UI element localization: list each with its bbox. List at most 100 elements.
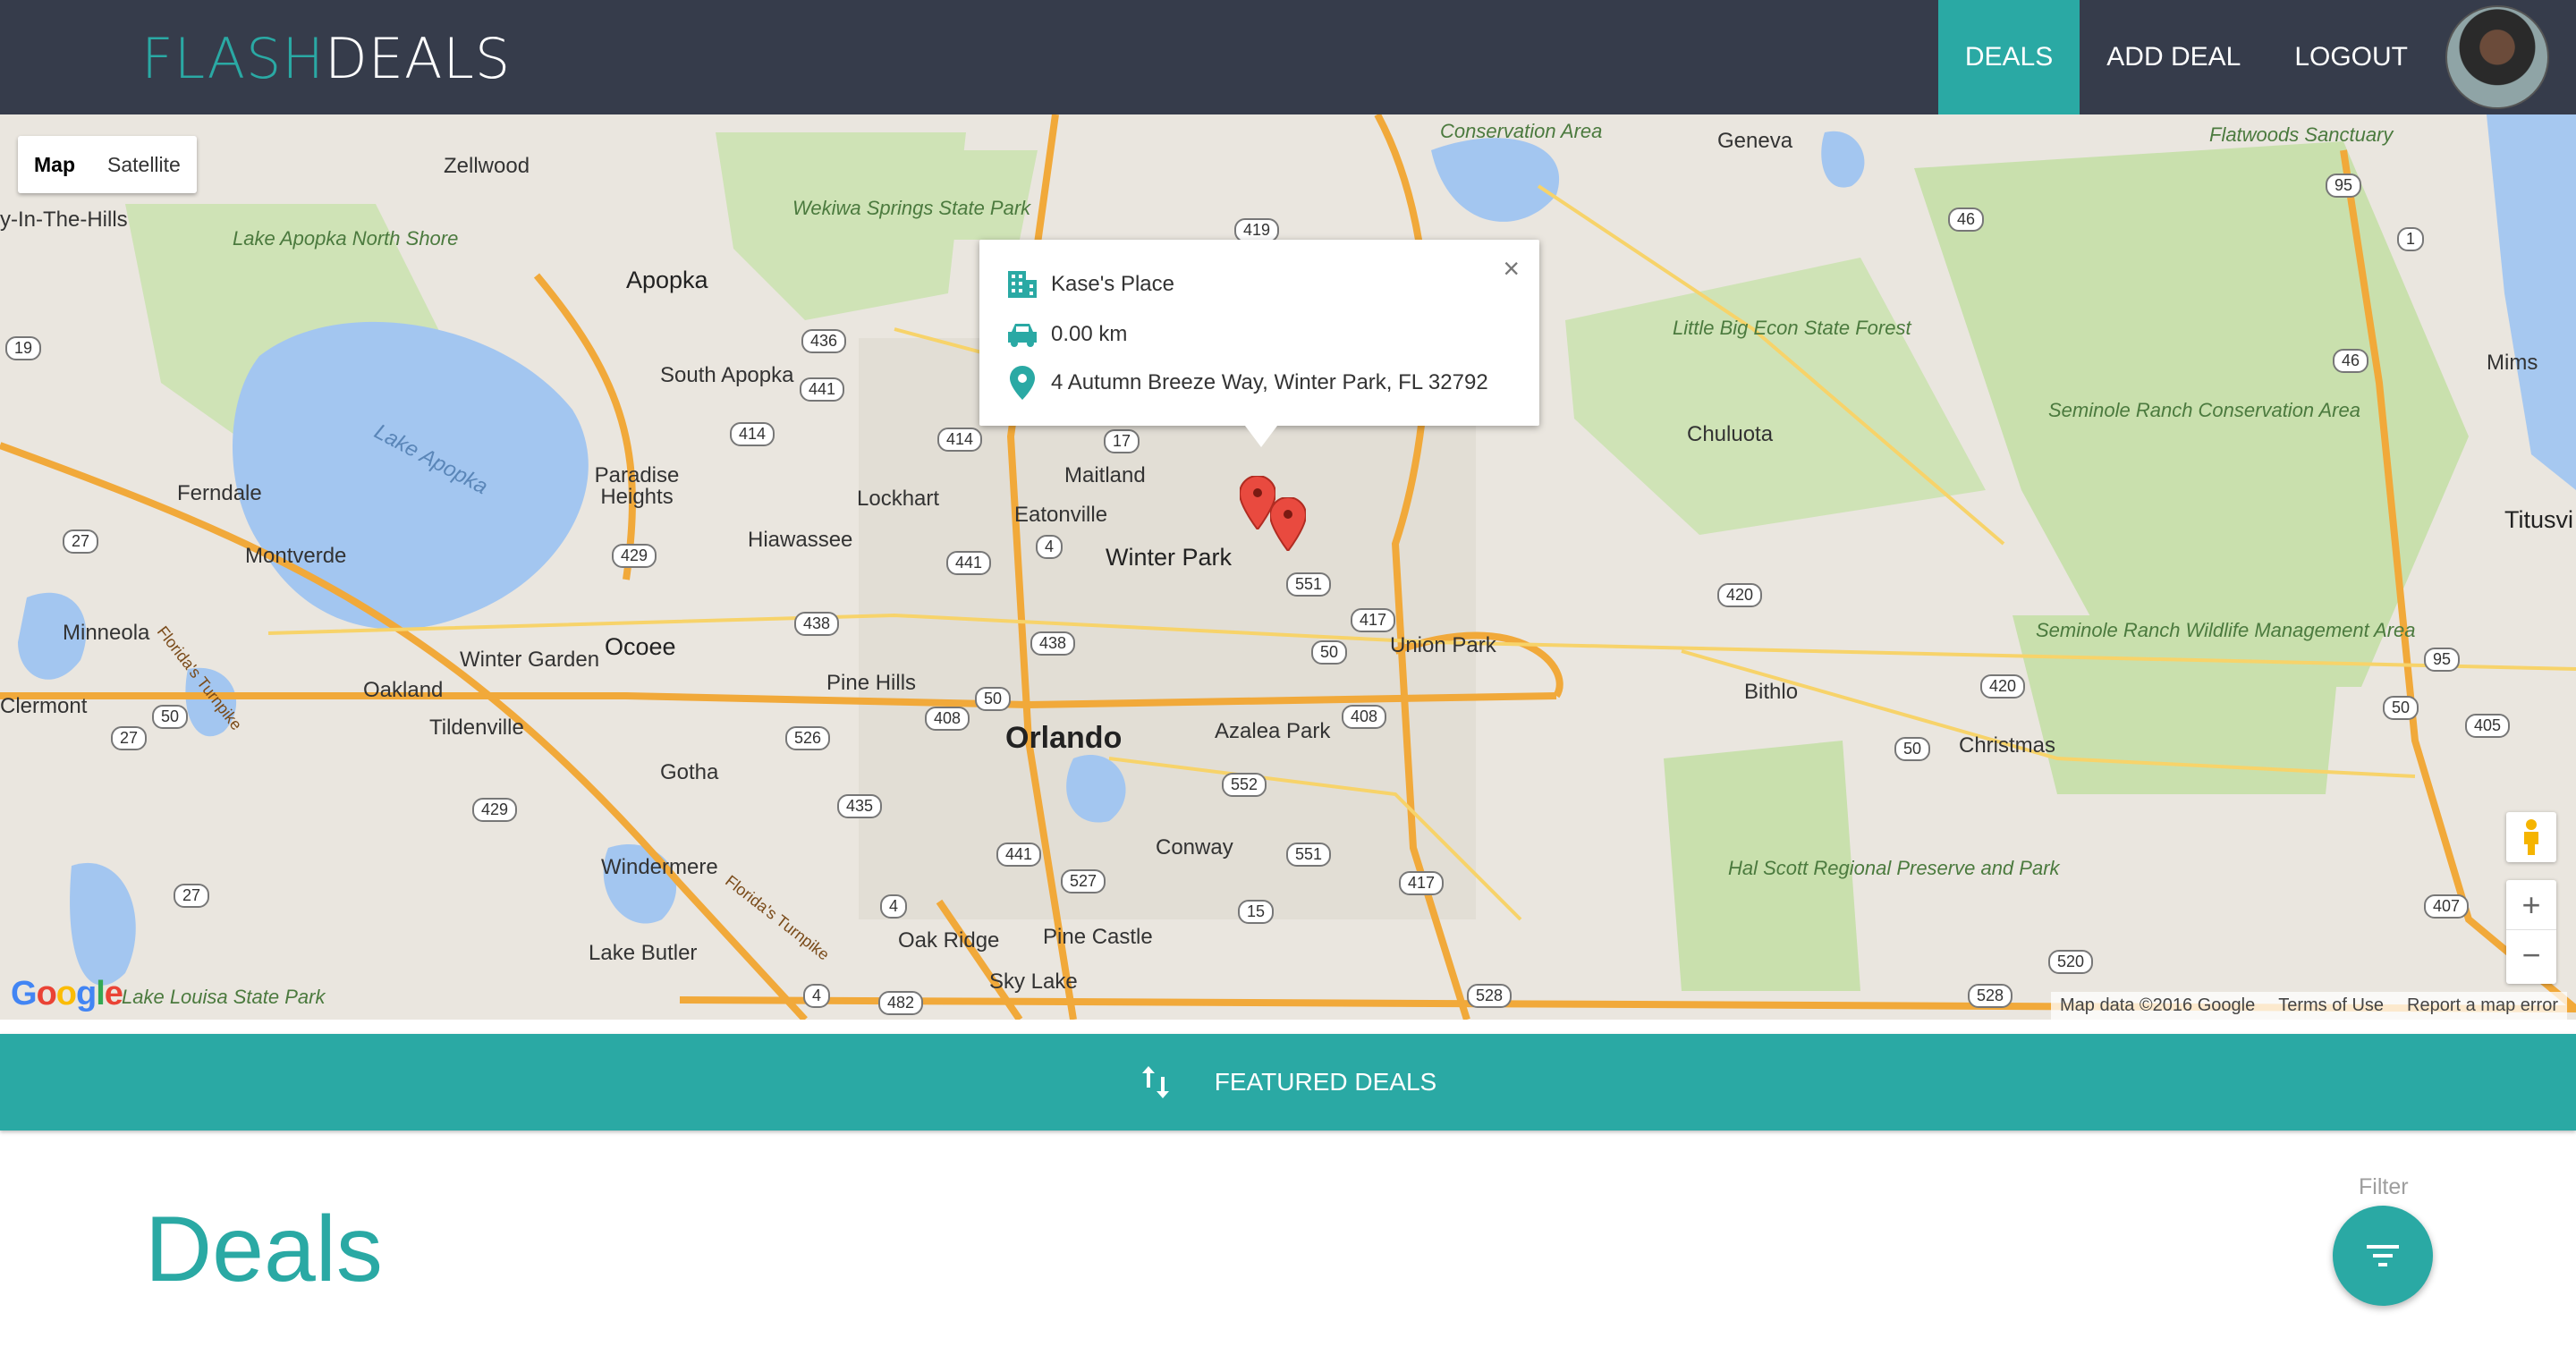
google-logo[interactable]: Google (11, 975, 123, 1013)
route-shield: 417 (1399, 871, 1445, 895)
building-icon (1006, 268, 1038, 301)
route-shield: 520 (2048, 950, 2094, 974)
map-label-apopka: Apopka (626, 267, 708, 293)
info-place-row: Kase's Place (1006, 268, 1174, 301)
map-label-ocoee: Ocoee (605, 633, 676, 660)
google-map[interactable]: Map Satellite Zellwood Geneva Apopka Sou… (0, 114, 2576, 1020)
route-shield: 50 (1311, 640, 1348, 665)
map-label-windermere: Windermere (601, 855, 718, 879)
map-label-little-big-econ: Little Big Econ State Forest (1673, 317, 1911, 339)
map-label-seminole-conservation: Seminole Ranch Conservation Area (2048, 401, 2360, 420)
map-label-lockhart: Lockhart (857, 487, 940, 511)
nav-deals[interactable]: DEALS (1937, 0, 2080, 114)
route-shield: 27 (63, 529, 99, 554)
map-data-text: Map data ©2016 Google (2059, 995, 2256, 1015)
zoom-in-button[interactable]: + (2506, 880, 2556, 930)
close-icon[interactable]: × (1503, 252, 1520, 285)
filter-list-icon (2367, 1245, 2399, 1266)
info-distance: 0.00 km (1051, 322, 1128, 346)
route-shield: 95 (2424, 648, 2461, 672)
map-label-montverde: Montverde (245, 544, 347, 568)
map-label-winter-park: Winter Park (1106, 544, 1233, 571)
nav-logout[interactable]: LOGOUT (2267, 0, 2435, 114)
app-logo[interactable]: FLASHDEALS (141, 31, 511, 87)
map-type-map-button[interactable]: Map (18, 136, 91, 193)
top-navbar: FLASHDEALS DEALS ADD DEAL LOGOUT (0, 0, 2576, 114)
terms-of-use-link[interactable]: Terms of Use (2278, 995, 2384, 1016)
map-label-minneola: Minneola (63, 621, 150, 645)
route-shield: 50 (975, 687, 1012, 711)
map-attribution: Map data ©2016 Google Terms of Use Repor… (2050, 992, 2567, 1020)
filter-label: Filter (2359, 1174, 2409, 1199)
map-label-geneva: Geneva (1717, 129, 1793, 153)
route-shield: 438 (1030, 631, 1076, 656)
filter-button[interactable] (2333, 1206, 2433, 1306)
map-label-hal-scott: Hal Scott Regional Preserve and Park (1728, 857, 2060, 879)
map-label-hills: y-In-The-Hills (0, 207, 128, 232)
map-label-south-apopka: South Apopka (660, 363, 794, 387)
route-shield: 552 (1222, 773, 1267, 797)
route-shield: 408 (925, 707, 970, 731)
route-shield: 27 (111, 726, 148, 750)
car-icon (1006, 318, 1038, 351)
map-info-window: × Kase's Place 0.00 km 4 Autumn Breeze W… (979, 240, 1539, 447)
info-address-row: 4 Autumn Breeze Way, Winter Park, FL 327… (1006, 366, 1488, 400)
route-shield: 482 (878, 991, 924, 1015)
route-shield: 435 (837, 794, 883, 818)
nav-add-deal[interactable]: ADD DEAL (2080, 0, 2267, 114)
map-label-sky-lake: Sky Lake (989, 970, 1078, 994)
route-shield: 419 (1234, 218, 1280, 242)
map-label-gotha: Gotha (660, 760, 719, 784)
route-shield: 4 (880, 894, 908, 919)
map-label-lake-butler: Lake Butler (589, 941, 698, 965)
route-shield: 15 (1238, 900, 1275, 924)
route-shield: 414 (937, 428, 983, 452)
map-label-oak-ridge: Oak Ridge (898, 928, 1000, 953)
route-shield: 528 (1968, 984, 2013, 1008)
page-title: Deals (145, 1198, 383, 1301)
map-label-eatonville: Eatonville (1014, 503, 1108, 527)
zoom-out-button[interactable]: − (2506, 930, 2556, 980)
map-label-titusville: Titusvi (2504, 506, 2574, 533)
route-shield: 407 (2424, 894, 2470, 919)
main-nav: DEALS ADD DEAL LOGOUT (1937, 0, 2576, 114)
street-view-pegman-icon[interactable] (2506, 812, 2556, 862)
map-label-clermont: Clermont (0, 694, 88, 718)
route-shield: 526 (785, 726, 831, 750)
map-label-pine-castle: Pine Castle (1043, 925, 1153, 949)
logo-flash: FLASH (141, 26, 326, 91)
info-place-name: Kase's Place (1051, 272, 1174, 296)
map-label-flatwoods: Flatwoods Sanctuary (2209, 123, 2394, 146)
map-label-hiawassee: Hiawassee (748, 528, 853, 552)
route-shield: 1 (2397, 227, 2425, 251)
route-shield: 408 (1342, 705, 1387, 729)
featured-deals-bar[interactable]: FEATURED DEALS (0, 1034, 2576, 1131)
map-marker-pin[interactable] (1270, 497, 1306, 551)
route-shield: 50 (1894, 737, 1931, 761)
map-label-ferndale: Ferndale (177, 481, 262, 505)
info-address: 4 Autumn Breeze Way, Winter Park, FL 327… (1051, 370, 1488, 394)
route-shield: 405 (2465, 714, 2511, 738)
zoom-control: + − (2506, 880, 2556, 984)
route-shield: 551 (1286, 572, 1332, 597)
route-shield: 441 (800, 377, 845, 402)
map-label-paradise-heights: Paradise Heights (594, 463, 680, 509)
map-label-azalea-park: Azalea Park (1215, 719, 1331, 743)
route-shield: 429 (612, 544, 657, 568)
route-shield: 441 (996, 843, 1042, 867)
map-label-wekiwa: Wekiwa Springs State Park (792, 197, 1030, 219)
map-label-orlando: Orlando (1005, 721, 1123, 755)
map-label-oakland: Oakland (363, 678, 444, 702)
map-label-mims: Mims (2487, 351, 2538, 375)
user-avatar[interactable] (2445, 5, 2549, 109)
report-map-error-link[interactable]: Report a map error (2407, 995, 2558, 1016)
route-shield: 441 (946, 551, 992, 575)
route-shield: 4 (803, 984, 831, 1008)
route-shield: 4 (1036, 535, 1063, 559)
route-shield: 420 (1717, 583, 1763, 607)
route-shield: 527 (1061, 869, 1106, 893)
map-label-bithlo: Bithlo (1744, 680, 1799, 704)
info-distance-row: 0.00 km (1006, 318, 1127, 351)
map-label-chuluota: Chuluota (1687, 422, 1774, 446)
map-type-satellite-button[interactable]: Satellite (91, 136, 197, 193)
